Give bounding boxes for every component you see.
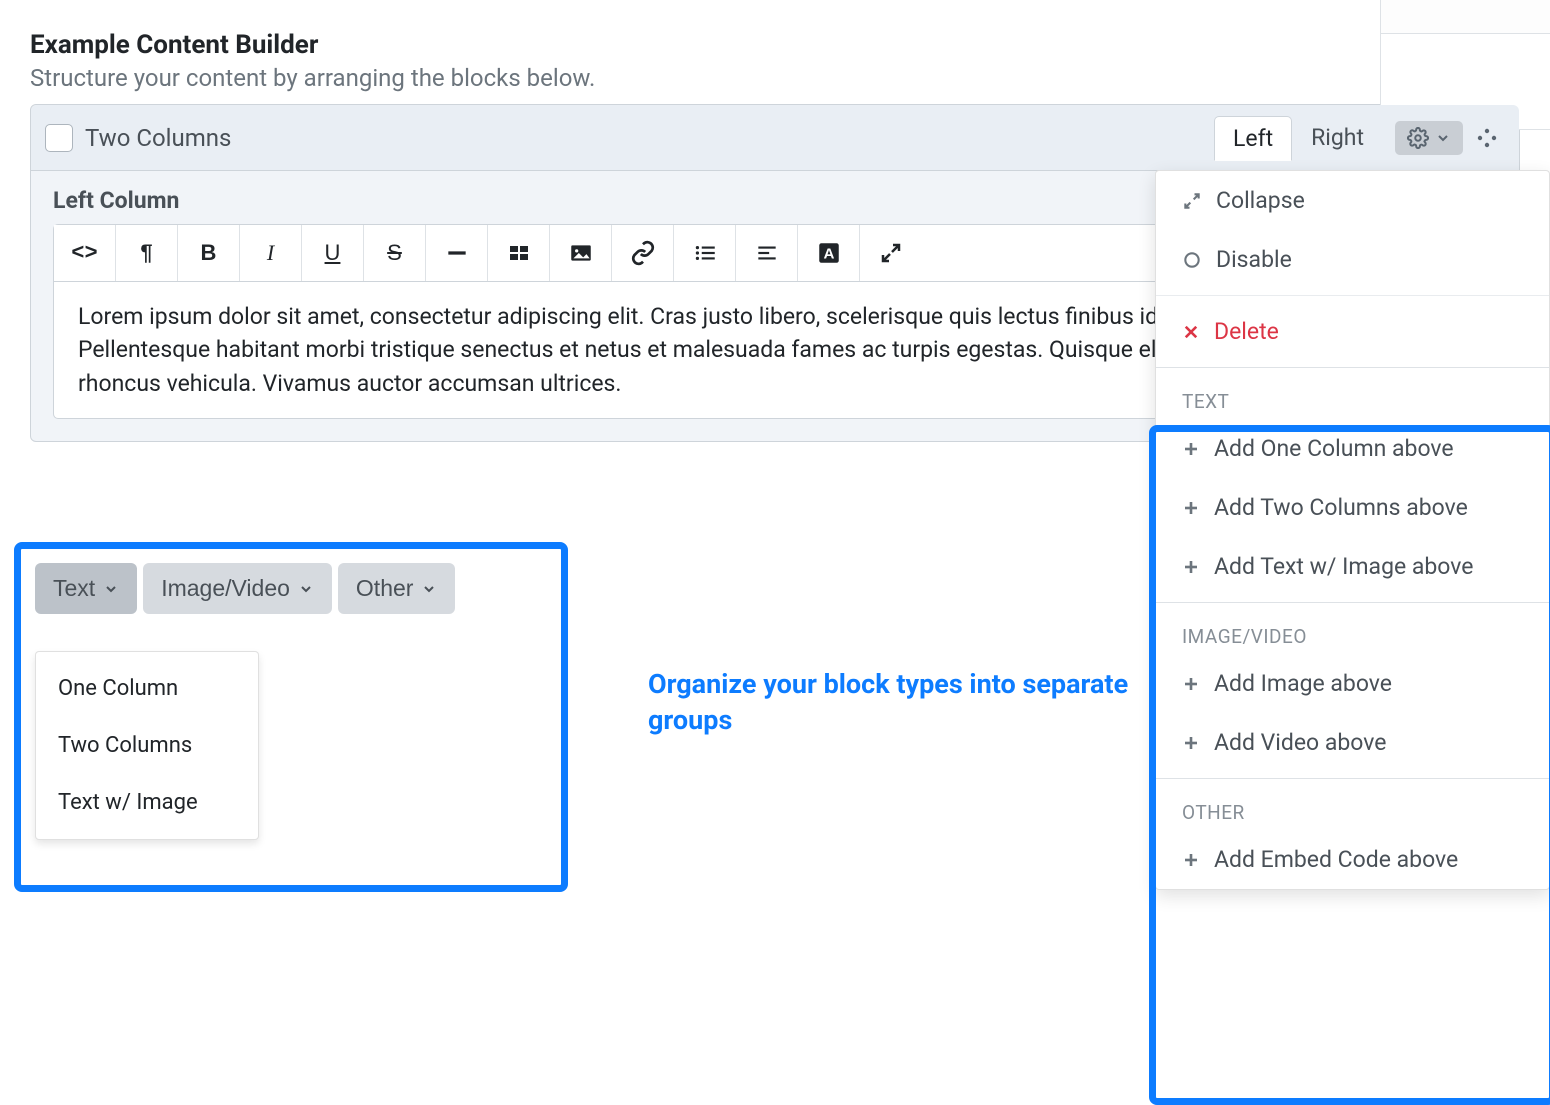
move-button[interactable] [1469,120,1505,156]
fullscreen-button[interactable] [860,225,922,281]
chip-image-video[interactable]: Image/Video [143,563,332,614]
block-checkbox[interactable] [45,124,73,152]
circle-icon [1182,250,1202,270]
table-icon [507,241,531,265]
align-button[interactable] [736,225,798,281]
bold-icon: B [201,240,217,266]
image-icon [568,240,594,266]
italic-icon: I [267,240,274,266]
callout-text: Organize your block types into separate … [648,666,1148,739]
chip-dropdown: One Column Two Columns Text w/ Image [35,651,259,840]
chevron-down-icon [1435,130,1451,146]
chevron-down-icon [298,581,314,597]
dropdown-item[interactable]: Text w/ Image [36,774,258,831]
table-button[interactable] [488,225,550,281]
underline-button[interactable]: U [302,225,364,281]
collapse-icon [1182,191,1202,211]
chevron-down-icon [421,581,437,597]
gear-icon [1407,127,1429,149]
code-icon: <> [71,241,97,266]
block-header: Two Columns Left Right [31,105,1519,171]
underline-icon: U [325,240,341,266]
menu-item-add[interactable]: Add Video above [1156,713,1549,772]
menu-item-add[interactable]: Add One Column above [1156,419,1549,478]
menu-item-add[interactable]: Add Embed Code above [1156,830,1549,889]
chip-other[interactable]: Other [338,563,456,614]
x-icon [1182,323,1200,341]
paragraph-button[interactable]: ¶ [116,225,178,281]
menu-label: Collapse [1216,187,1305,214]
bold-button[interactable]: B [178,225,240,281]
chip-label: Other [356,575,414,602]
menu-label: Add Two Columns above [1214,494,1468,521]
chip-row: Text Image/Video Other [35,563,547,614]
page-subtitle: Structure your content by arranging the … [0,64,1550,104]
menu-group-label: IMAGE/VIDEO [1156,609,1549,654]
italic-button[interactable]: I [240,225,302,281]
chip-label: Image/Video [161,575,290,602]
code-view-button[interactable]: <> [54,225,116,281]
tab-right[interactable]: Right [1292,115,1383,160]
menu-item-add[interactable]: Add Two Columns above [1156,478,1549,537]
menu-group-label: OTHER [1156,785,1549,830]
block-label: Two Columns [85,124,1214,152]
menu-item-delete[interactable]: Delete [1156,302,1549,361]
menu-label: Delete [1214,318,1279,345]
menu-label: Add One Column above [1214,435,1454,462]
chip-text[interactable]: Text [35,563,137,614]
strikethrough-button[interactable]: S [364,225,426,281]
chevron-down-icon [103,581,119,597]
dropdown-item[interactable]: One Column [36,660,258,717]
menu-group-label: TEXT [1156,374,1549,419]
list-button[interactable] [674,225,736,281]
page-title: Example Content Builder [0,0,1550,64]
menu-item-add[interactable]: Add Text w/ Image above [1156,537,1549,596]
expand-icon [879,241,903,265]
align-icon [754,240,780,266]
text-color-button[interactable]: A [798,225,860,281]
plus-icon [1182,675,1200,693]
svg-text:A: A [823,245,834,262]
menu-item-add[interactable]: Add Image above [1156,654,1549,713]
menu-label: Disable [1216,246,1292,273]
tabs: Left Right [1214,115,1505,160]
group-chips-highlight: Text Image/Video Other One Column Two Co… [14,542,568,892]
link-button[interactable] [612,225,674,281]
drag-icon [1475,126,1499,150]
gear-button[interactable] [1395,121,1463,155]
image-button[interactable] [550,225,612,281]
plus-icon [1182,851,1200,869]
plus-icon [1182,734,1200,752]
link-icon [630,240,656,266]
strikethrough-icon: S [387,240,402,266]
pilcrow-icon: ¶ [140,240,152,266]
menu-label: Add Image above [1214,670,1392,697]
tab-left[interactable]: Left [1214,116,1292,161]
horizontal-rule-button[interactable] [426,225,488,281]
menu-label: Add Video above [1214,729,1386,756]
plus-icon [1182,558,1200,576]
menu-item-disable[interactable]: Disable [1156,230,1549,289]
plus-icon [1182,440,1200,458]
minus-icon [444,240,470,266]
dropdown-item[interactable]: Two Columns [36,717,258,774]
text-a-icon: A [816,240,842,266]
plus-icon [1182,499,1200,517]
menu-label: Add Text w/ Image above [1214,553,1473,580]
menu-item-collapse[interactable]: Collapse [1156,171,1549,230]
gear-menu-panel: Collapse Disable Delete TEXT Add One Col… [1155,170,1550,890]
menu-label: Add Embed Code above [1214,846,1458,873]
chip-label: Text [53,575,95,602]
list-icon [692,240,718,266]
